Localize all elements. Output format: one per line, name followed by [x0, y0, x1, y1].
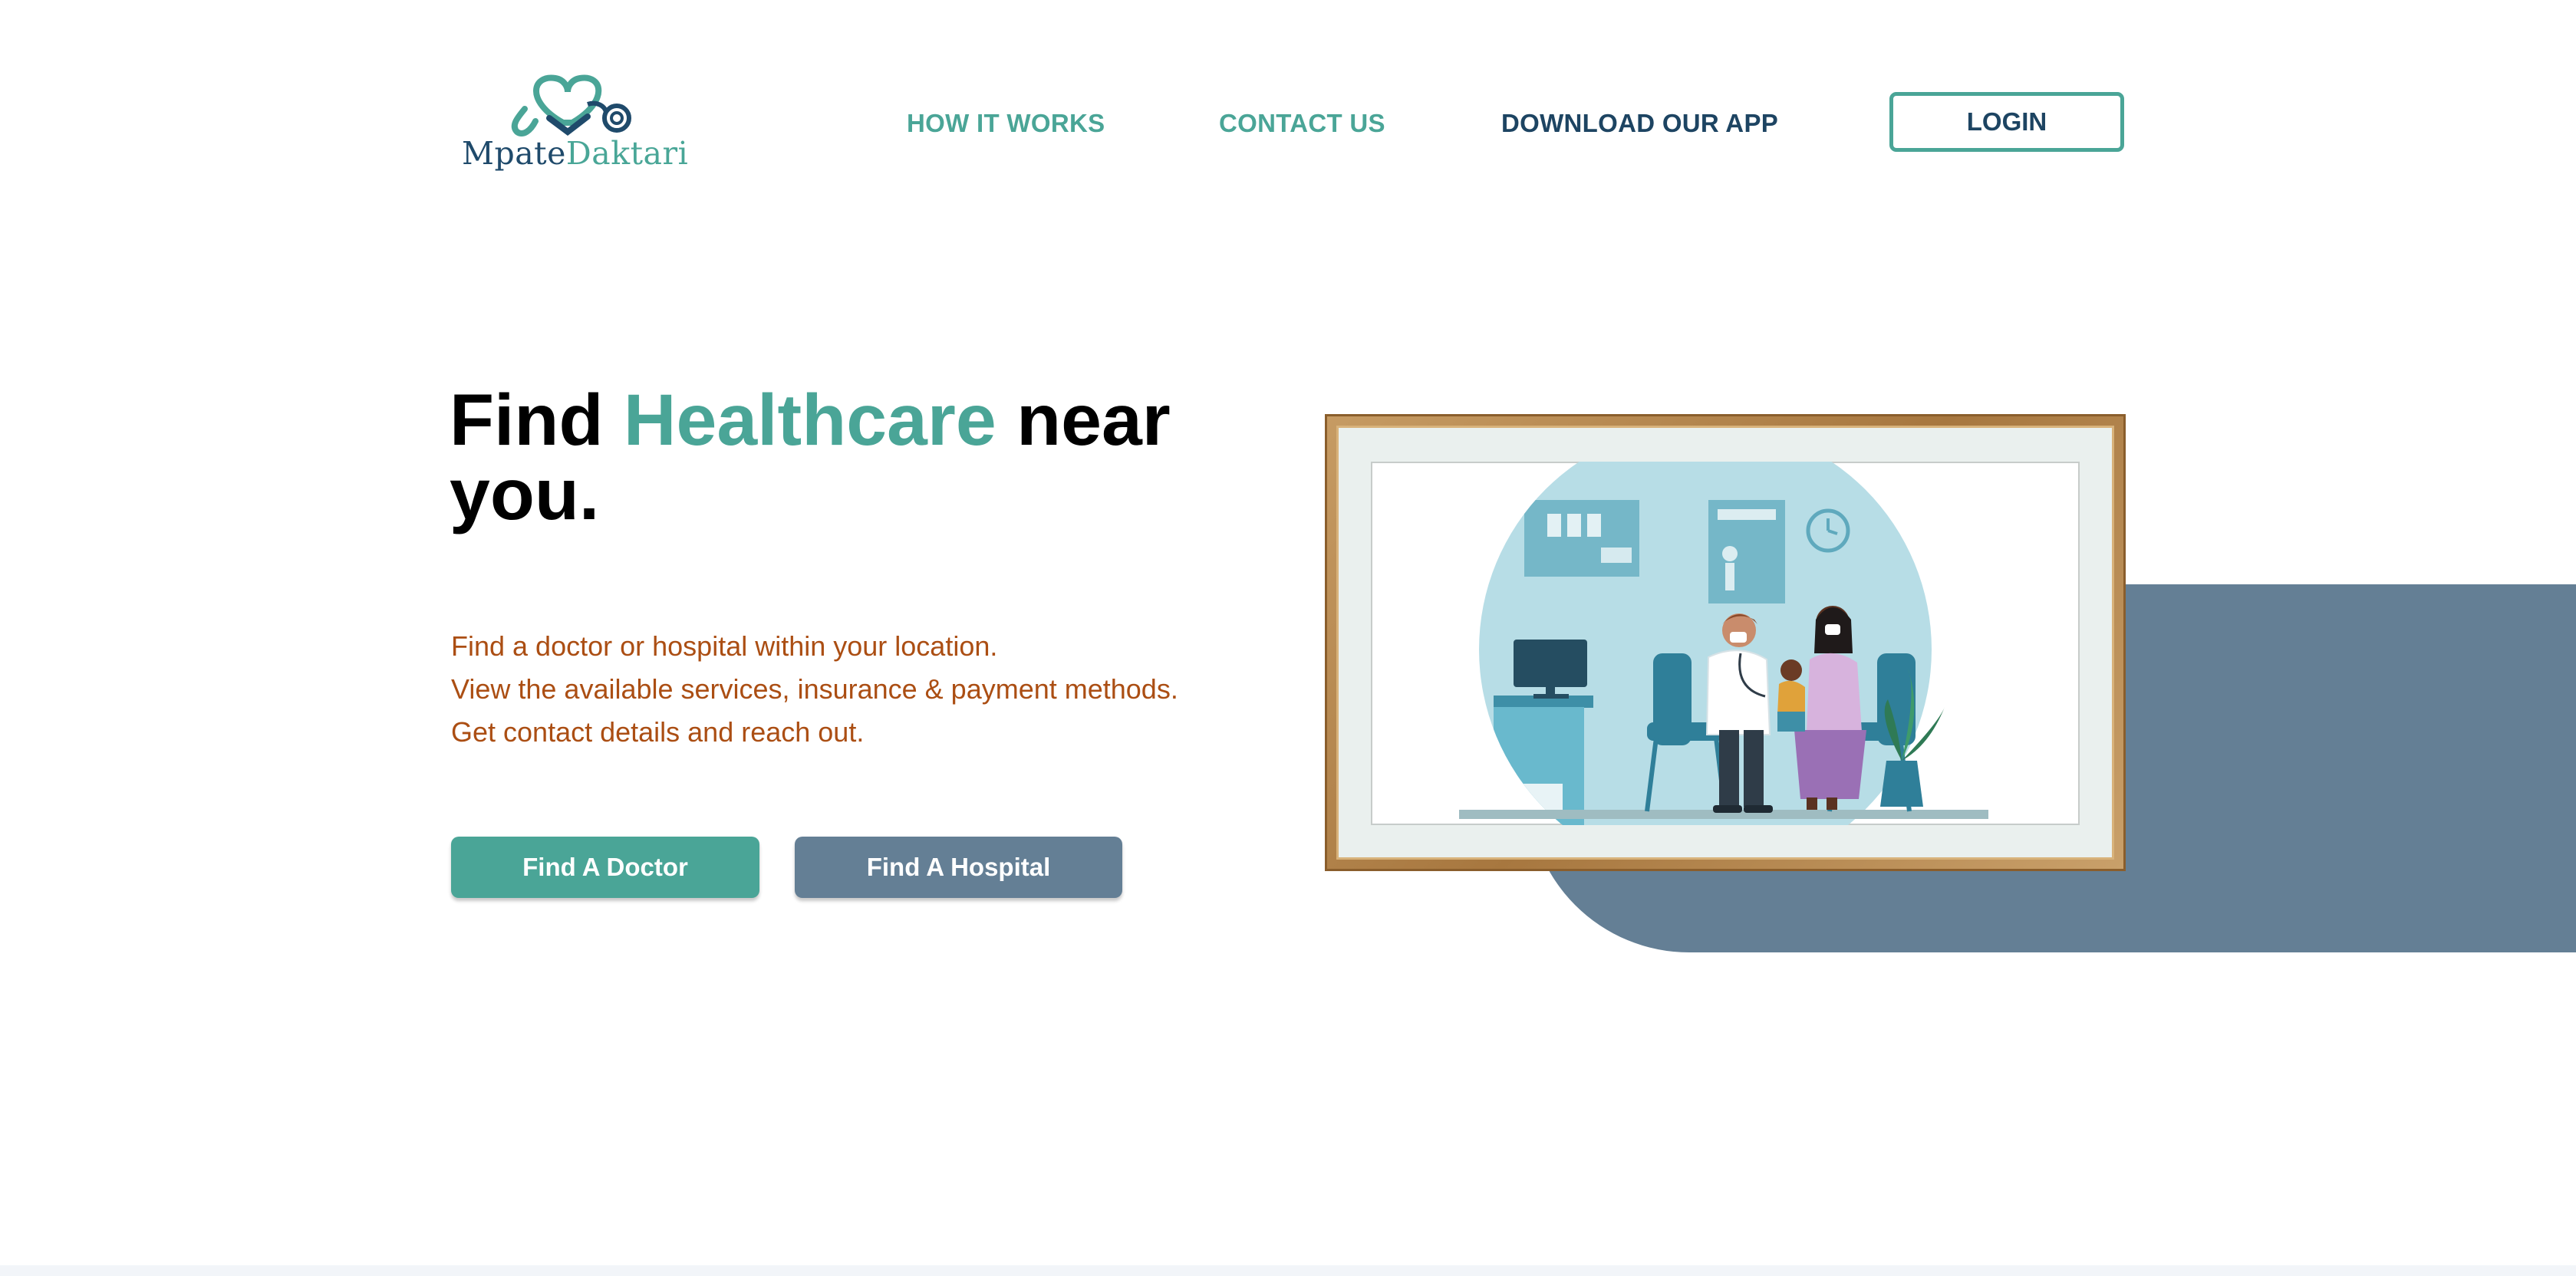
- nav-how-it-works[interactable]: HOW IT WORKS: [907, 109, 1105, 138]
- hero-title-part1: Find: [450, 380, 624, 461]
- footer-strip: [0, 1265, 2576, 1276]
- description-line-1: Find a doctor or hospital within your lo…: [451, 630, 998, 662]
- clinic-illustration: [1371, 462, 2080, 825]
- hero-title: Find Healthcare near you.: [450, 383, 1293, 532]
- description-line-3: Get contact details and reach out.: [451, 716, 865, 748]
- find-doctor-button[interactable]: Find A Doctor: [451, 837, 759, 898]
- find-hospital-button[interactable]: Find A Hospital: [795, 837, 1122, 898]
- hero-title-accent: Healthcare: [623, 380, 996, 461]
- brand-name-part-b: Daktari: [565, 135, 689, 172]
- brand-name: MpateDaktari: [462, 135, 688, 172]
- nav-download-app[interactable]: DOWNLOAD OUR APP: [1501, 109, 1778, 138]
- picture-frame: [1325, 414, 2126, 871]
- login-button[interactable]: LOGIN: [1889, 92, 2124, 152]
- brand-name-part-a: Mpate: [462, 135, 566, 172]
- nav-contact-us[interactable]: CONTACT US: [1219, 109, 1385, 138]
- hero-description: Find a doctor or hospital within your lo…: [451, 625, 1178, 754]
- picture-mat: [1336, 426, 2114, 860]
- description-line-2: View the available services, insurance &…: [451, 673, 1178, 705]
- brand-logo[interactable]: MpateDaktari: [457, 71, 688, 178]
- doctor-patient-illustration: [1459, 462, 1988, 825]
- heart-stethoscope-icon: [511, 74, 631, 136]
